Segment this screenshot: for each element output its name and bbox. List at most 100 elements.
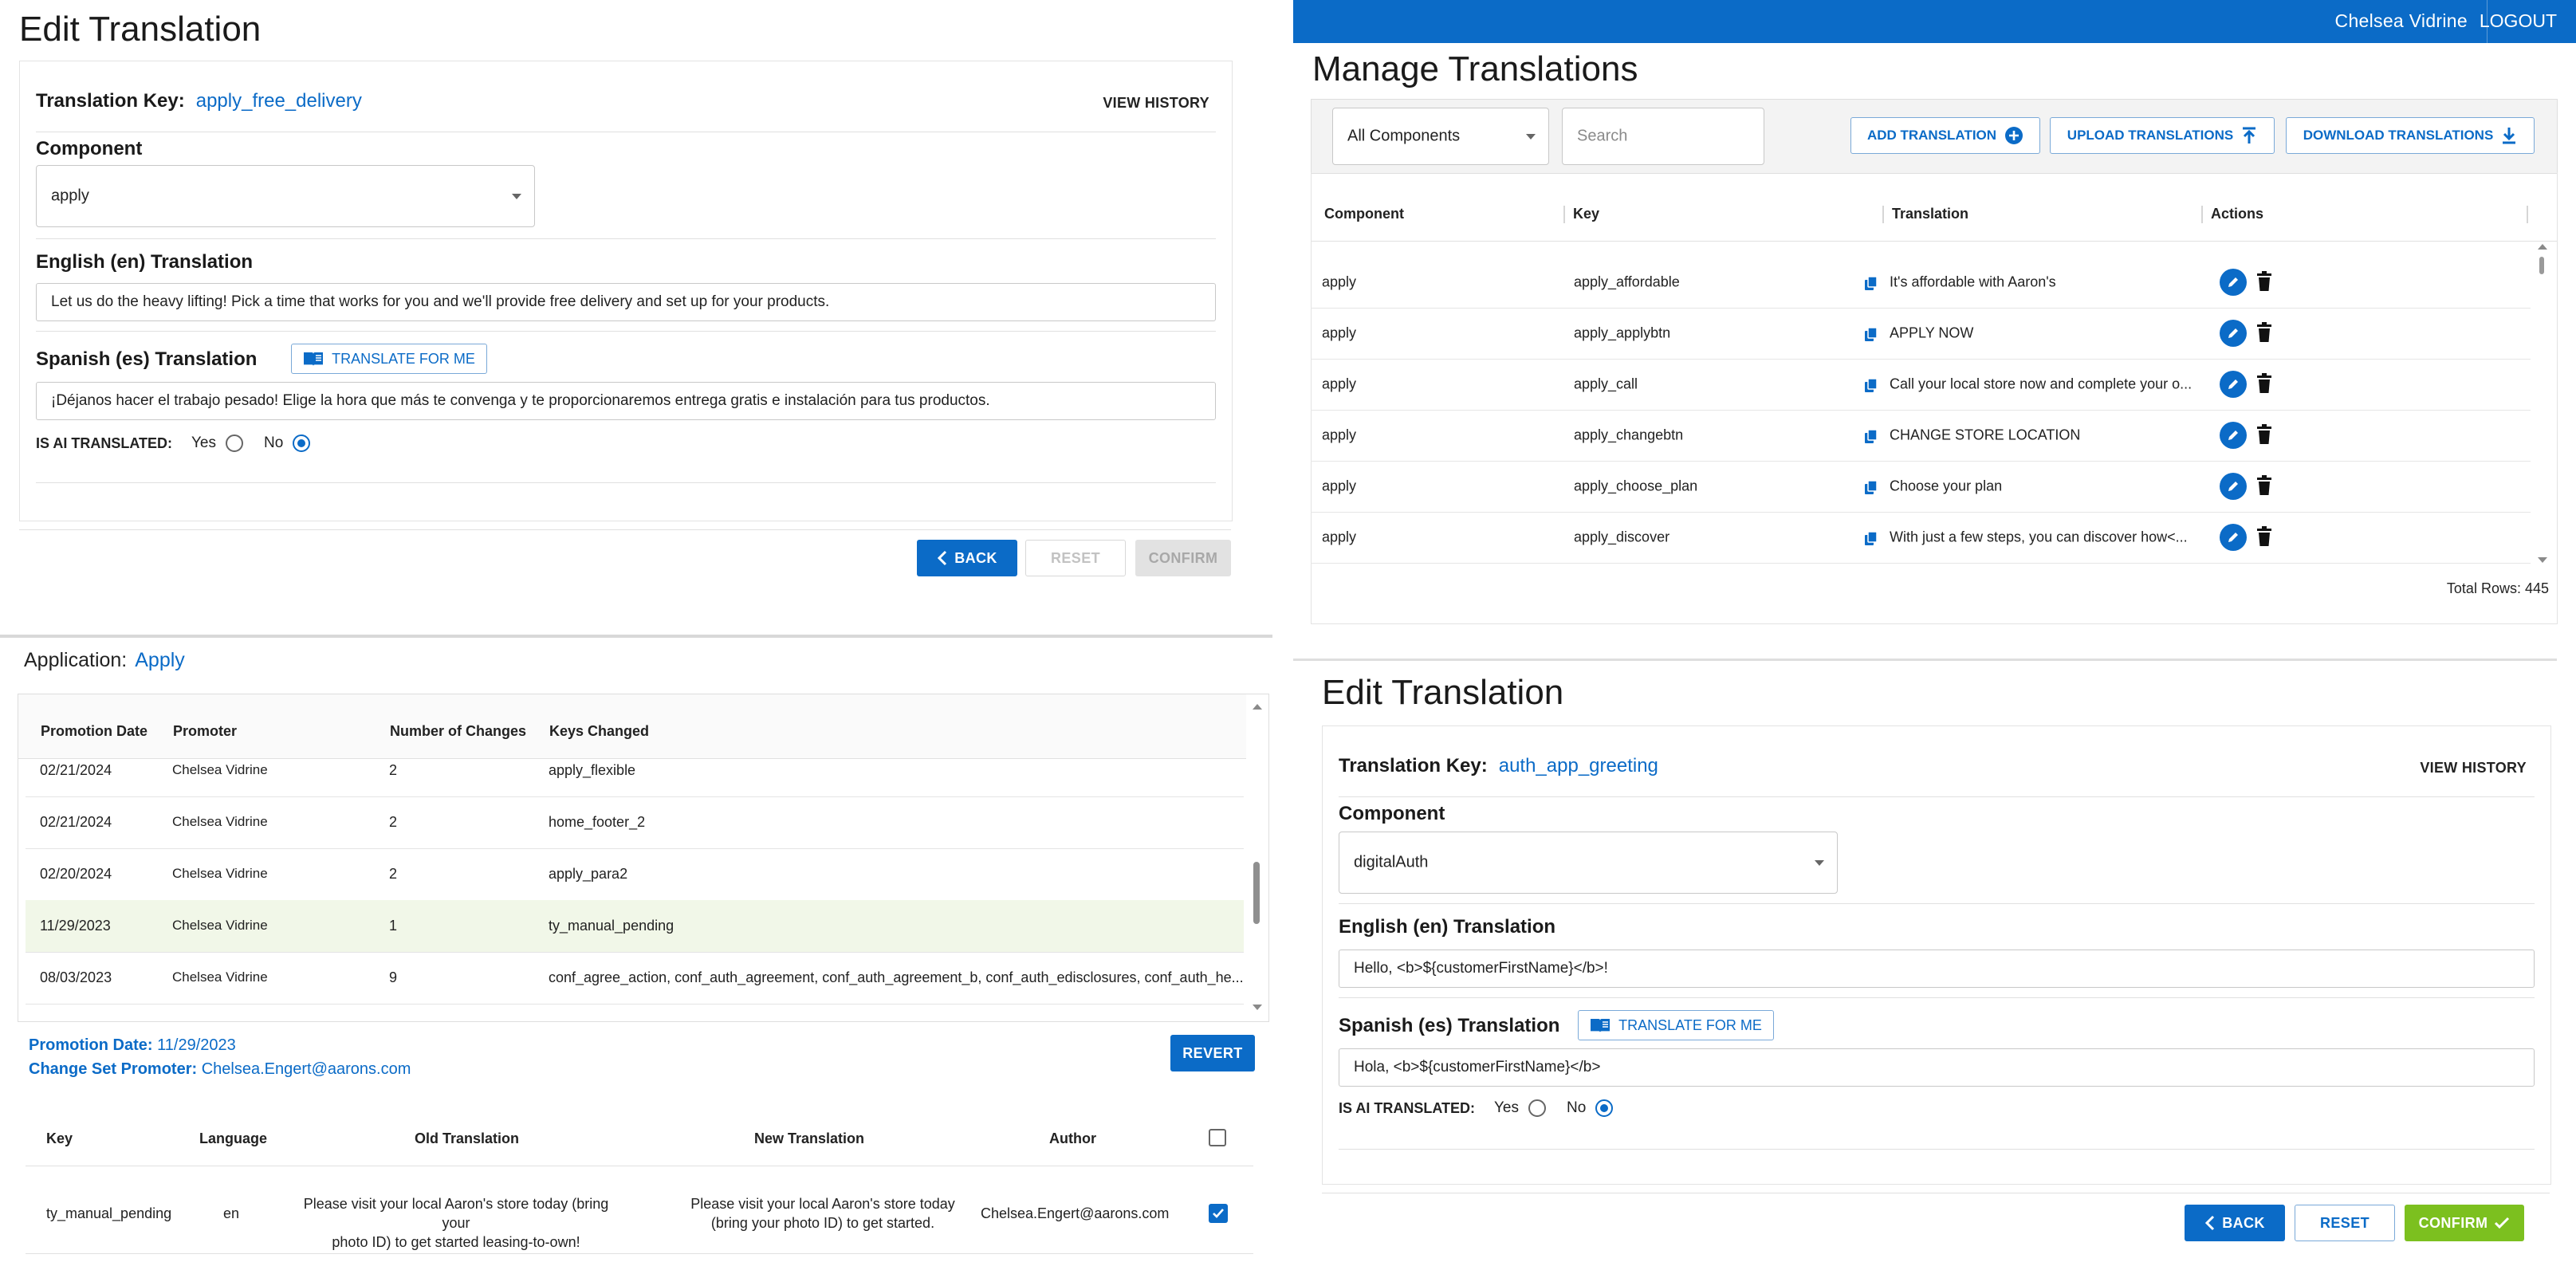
table-row[interactable]: 02/20/2024 Chelsea Vidrine 2 apply_para2: [26, 848, 1244, 901]
back-label: BACK: [954, 549, 997, 566]
trash-icon[interactable]: [2256, 271, 2272, 292]
col-header-key: Key: [1573, 206, 1600, 222]
edit-button[interactable]: [2220, 524, 2247, 551]
scroll-up-arrow[interactable]: [2538, 244, 2547, 250]
trash-icon[interactable]: [2256, 373, 2272, 394]
copy-icon[interactable]: [1864, 480, 1878, 496]
yes-radio[interactable]: [1528, 1099, 1546, 1117]
edit-button[interactable]: [2220, 269, 2247, 296]
row-date: 02/20/2024: [40, 866, 112, 882]
row-date: 02/21/2024: [40, 814, 112, 830]
spanish-translation-text: ¡Déjanos hacer el trabajo pesado! Elige …: [51, 392, 990, 409]
col-header-component: Component: [1324, 206, 1404, 222]
back-button[interactable]: BACK: [2185, 1205, 2285, 1241]
add-translation-button[interactable]: ADD TRANSLATION: [1850, 117, 2040, 154]
trash-icon[interactable]: [2256, 322, 2272, 343]
edit-translation-panel-d: Edit Translation Translation Key: auth_a…: [1293, 638, 2576, 1270]
scrollbar-thumb[interactable]: [1253, 862, 1260, 924]
spanish-translation-input[interactable]: Hola, <b>${customerFirstName}</b>: [1339, 1048, 2535, 1087]
english-translation-input[interactable]: Hello, <b>${customerFirstName}</b>!: [1339, 950, 2535, 988]
copy-icon[interactable]: [1864, 429, 1878, 445]
column-separator: [1882, 206, 1884, 223]
col-header-author: Author: [1049, 1130, 1096, 1146]
upload-translations-button[interactable]: UPLOAD TRANSLATIONS: [2050, 117, 2275, 154]
component-filter-select[interactable]: All Components: [1332, 108, 1549, 165]
reset-button[interactable]: RESET: [1025, 540, 1126, 576]
scroll-down-arrow[interactable]: [2538, 557, 2547, 563]
scrollbar-thumb[interactable]: [2539, 257, 2544, 274]
confirm-button[interactable]: CONFIRM: [1135, 540, 1231, 576]
search-input[interactable]: Search: [1562, 108, 1764, 165]
view-history-link[interactable]: VIEW HISTORY: [1103, 95, 1209, 112]
no-radio[interactable]: [293, 434, 311, 452]
row-keys: apply_para2: [549, 866, 628, 882]
translate-for-me-button[interactable]: TRANSLATE FOR ME: [1578, 1010, 1774, 1040]
upload-icon: [2243, 127, 2256, 144]
vertical-scrollbar[interactable]: [2536, 242, 2549, 564]
table-row-selected[interactable]: 11/29/2023 Chelsea Vidrine 1 ty_manual_p…: [26, 900, 1244, 953]
table-row[interactable]: 02/21/2024 Chelsea Vidrine 2 home_footer…: [26, 796, 1244, 849]
english-translation-input[interactable]: Let us do the heavy lifting! Pick a time…: [36, 283, 1216, 321]
row-key: apply_call: [1574, 375, 1638, 392]
row-key: apply_affordable: [1574, 273, 1680, 290]
col-header-key: Key: [46, 1130, 73, 1146]
edit-button[interactable]: [2220, 473, 2247, 500]
vertical-scrollbar[interactable]: [1251, 699, 1264, 1015]
check-icon: [1213, 1209, 1224, 1218]
table-row[interactable]: apply apply_call Call your local store n…: [1311, 359, 2531, 411]
table-row[interactable]: apply apply_affordable It's affordable w…: [1311, 257, 2531, 309]
component-select[interactable]: digitalAuth: [1339, 832, 1838, 894]
row-date: 02/21/2024: [40, 762, 112, 778]
back-button[interactable]: BACK: [917, 540, 1017, 576]
logout-button[interactable]: LOGOUT: [2480, 10, 2557, 32]
component-select[interactable]: apply: [36, 165, 535, 227]
trash-icon[interactable]: [2256, 424, 2272, 445]
pencil-icon: [2228, 379, 2238, 389]
no-radio[interactable]: [1595, 1099, 1614, 1117]
reset-button[interactable]: RESET: [2295, 1205, 2395, 1241]
row-key: apply_discover: [1574, 529, 1670, 545]
translation-key-row: Translation Key: apply_free_delivery: [36, 90, 362, 112]
copy-icon[interactable]: [1864, 531, 1878, 547]
revert-button[interactable]: REVERT: [1170, 1035, 1255, 1071]
spanish-translation-text: Hola, <b>${customerFirstName}</b>: [1354, 1059, 1601, 1075]
table-row[interactable]: 08/03/2023 Chelsea Vidrine 9 conf_agree_…: [26, 952, 1244, 1005]
new-translation-line: (bring your photo ID) to get started.: [710, 1215, 935, 1231]
scroll-up-arrow[interactable]: [1253, 704, 1262, 710]
copy-icon[interactable]: [1864, 378, 1878, 394]
table-row[interactable]: apply apply_applybtn APPLY NOW: [1311, 308, 2531, 360]
row-checkbox-checked[interactable]: [1209, 1204, 1228, 1223]
translation-key-value: auth_app_greeting: [1498, 755, 1658, 777]
spanish-translation-input[interactable]: ¡Déjanos hacer el trabajo pesado! Elige …: [36, 382, 1216, 420]
col-header-language: Language: [199, 1130, 268, 1146]
edit-button[interactable]: [2220, 371, 2247, 398]
edit-button[interactable]: [2220, 422, 2247, 449]
trash-icon[interactable]: [2256, 526, 2272, 547]
row-component: apply: [1322, 324, 1357, 341]
translate-for-me-button[interactable]: TRANSLATE FOR ME: [291, 344, 487, 374]
select-all-checkbox[interactable]: [1209, 1129, 1226, 1146]
table-row[interactable]: apply apply_changebtn CHANGE STORE LOCAT…: [1311, 410, 2531, 462]
edit-button[interactable]: [2220, 320, 2247, 347]
ai-translated-row: IS AI TRANSLATED: Yes No: [1339, 1099, 1614, 1117]
row-component: apply: [1322, 478, 1357, 494]
view-history-link[interactable]: VIEW HISTORY: [2420, 760, 2527, 777]
no-label: No: [264, 434, 284, 451]
yes-radio[interactable]: [226, 434, 243, 452]
confirm-button[interactable]: CONFIRM: [2405, 1205, 2524, 1241]
user-name[interactable]: Chelsea Vidrine: [2335, 10, 2468, 32]
row-key: apply_choose_plan: [1574, 478, 1698, 494]
scroll-down-arrow[interactable]: [1253, 1005, 1262, 1010]
download-translations-button[interactable]: DOWNLOAD TRANSLATIONS: [2286, 117, 2535, 154]
trash-icon[interactable]: [2256, 475, 2272, 496]
detail-author: Chelsea.Engert@aarons.com: [981, 1205, 1170, 1221]
english-label: English (en) Translation: [36, 251, 254, 273]
promotion-date-row: Promotion Date: 11/29/2023: [29, 1036, 236, 1055]
table-row[interactable]: apply apply_choose_plan Choose your plan: [1311, 461, 2531, 513]
copy-icon[interactable]: [1864, 327, 1878, 343]
table-row[interactable]: apply apply_discover With just a few ste…: [1311, 512, 2531, 564]
row-keys: conf_agree_action, conf_auth_agreement, …: [549, 969, 1244, 985]
change-set-promoter-label: Change Set Promoter:: [29, 1060, 198, 1078]
table-row[interactable]: 02/21/2024 Chelsea Vidrine 2 apply_flexi…: [26, 745, 1244, 797]
copy-icon[interactable]: [1864, 276, 1878, 292]
